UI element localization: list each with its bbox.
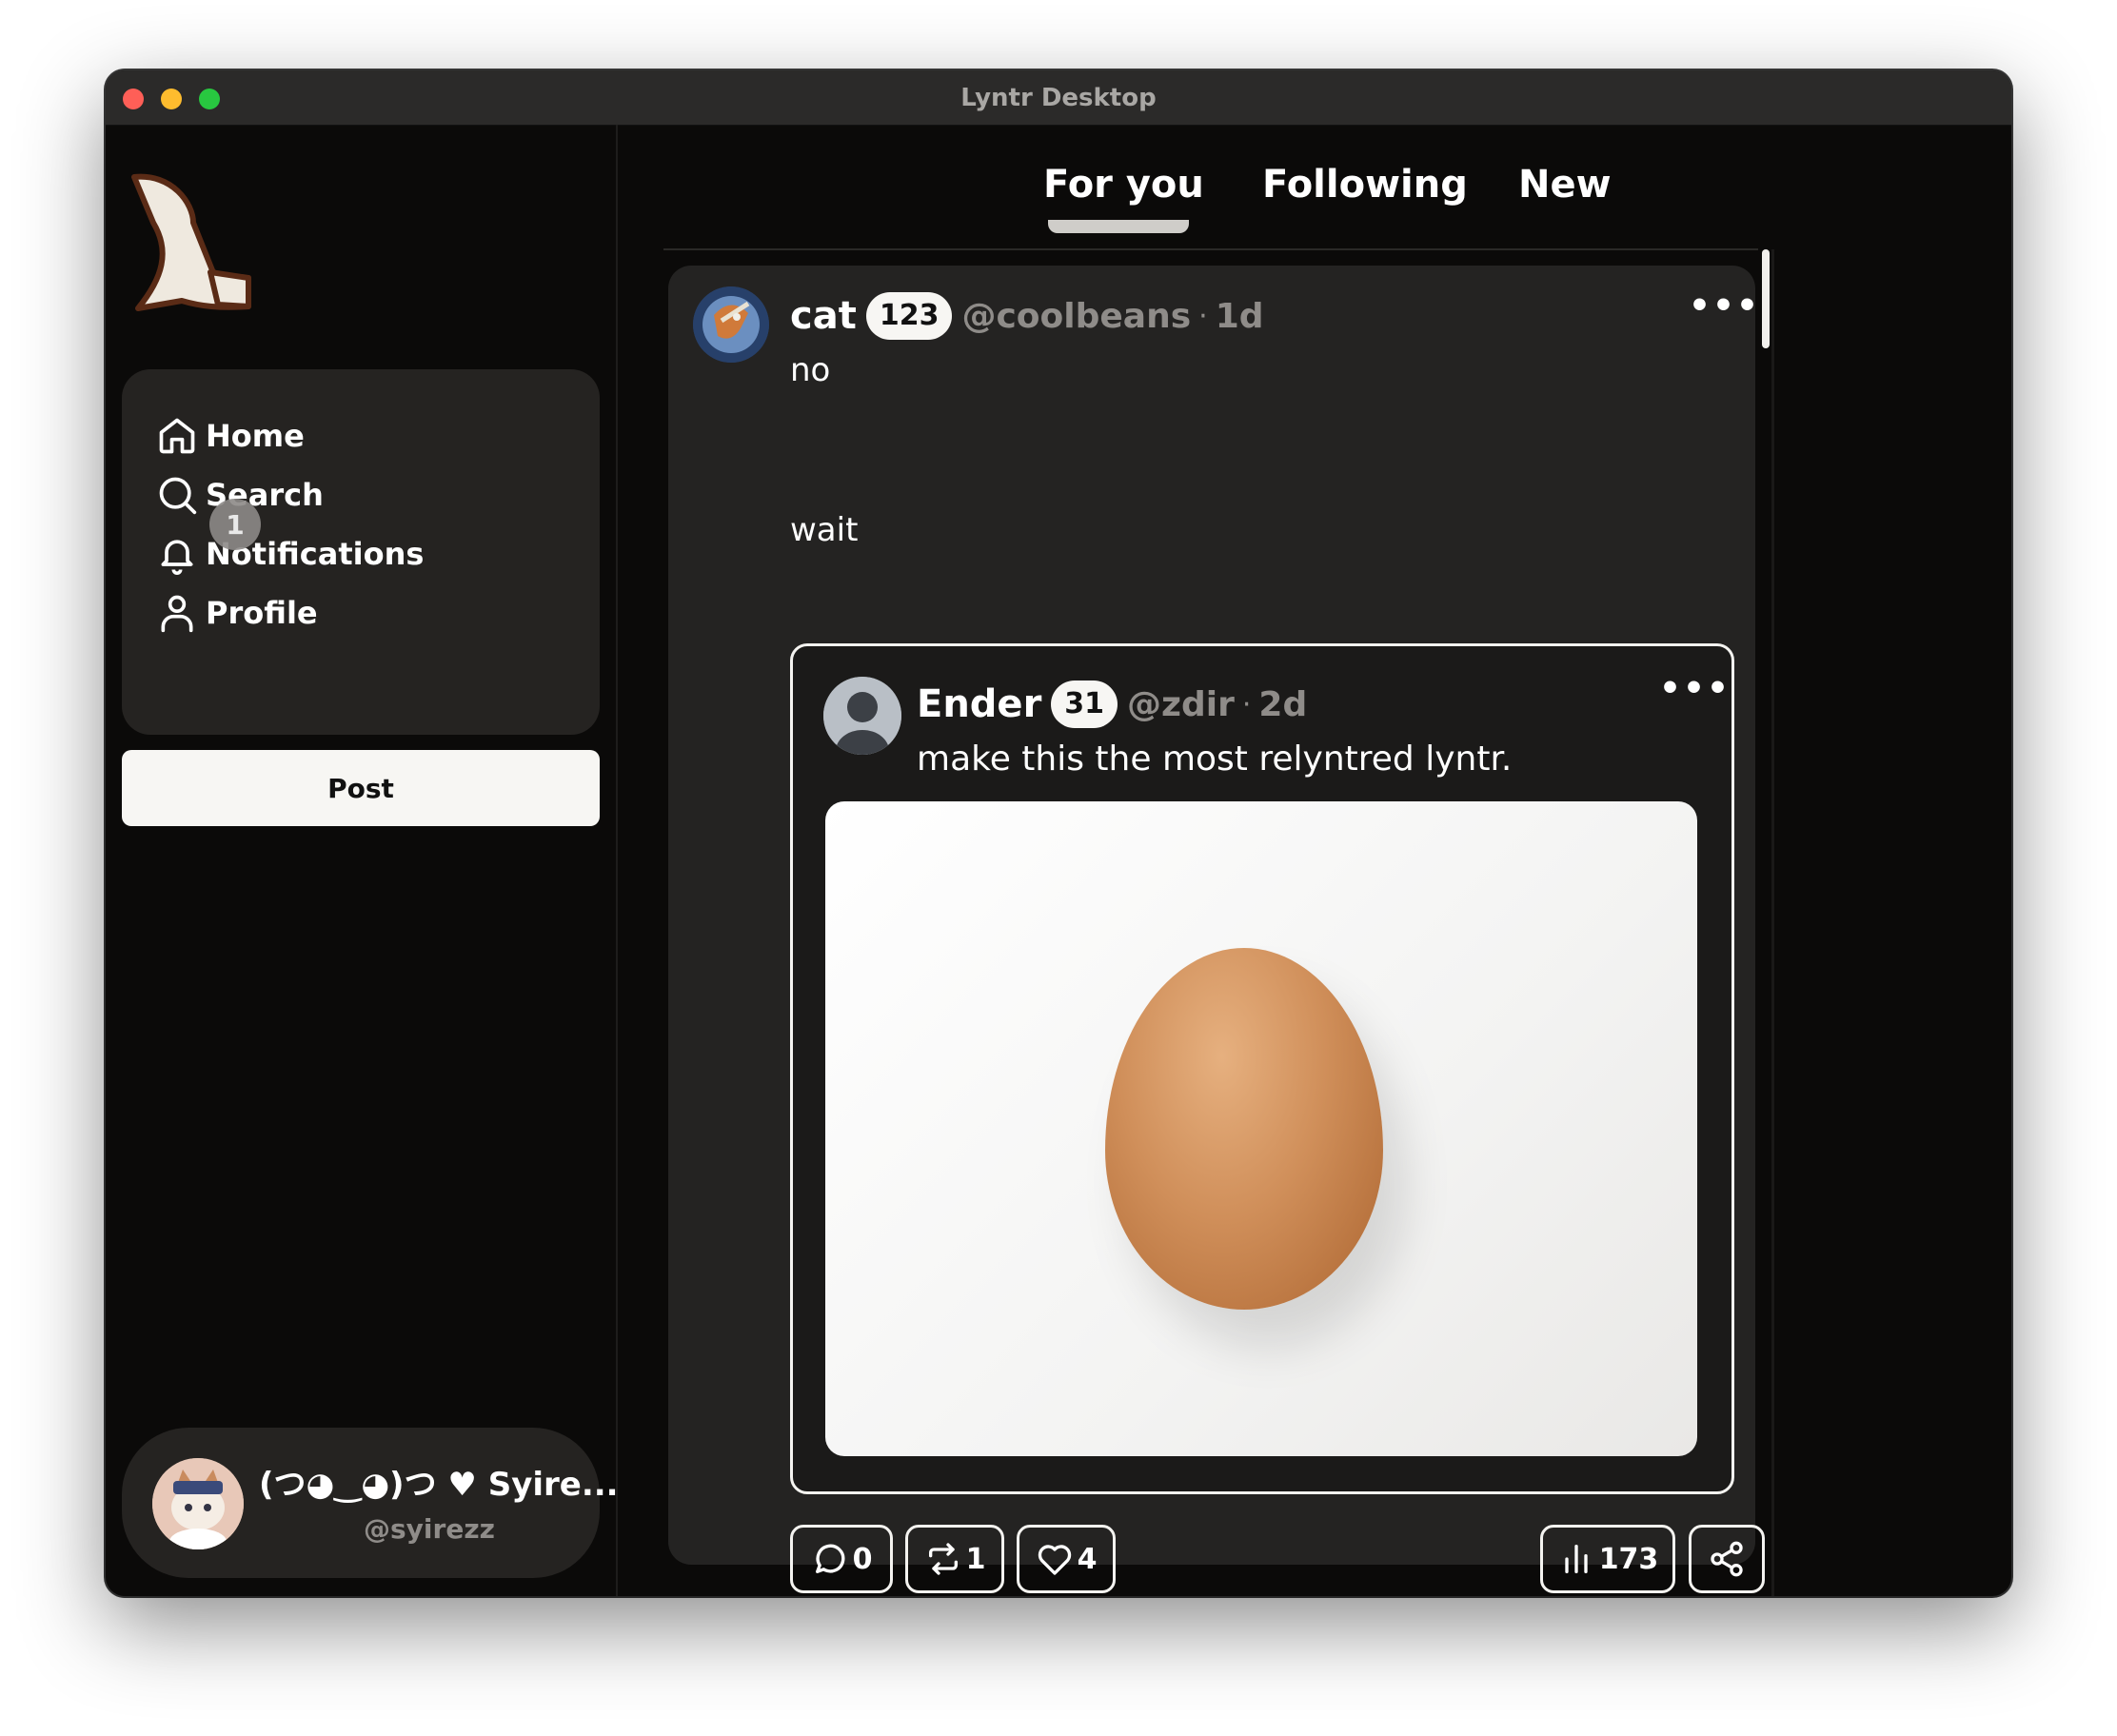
active-tab-indicator xyxy=(1048,220,1189,233)
post-text-line: no xyxy=(790,351,831,389)
comment-icon xyxy=(815,1544,844,1573)
account-switcher[interactable]: (つ◕‿◕)つ ♥ Syire... @syirezz xyxy=(122,1428,619,1578)
account-name: (つ◕‿◕)つ ♥ Syire... xyxy=(259,1466,619,1504)
home-icon xyxy=(159,418,195,454)
lyntr-logo[interactable] xyxy=(125,166,277,322)
post-actions: 0 1 4 173 xyxy=(790,1525,1765,1596)
scrollbar-thumb[interactable] xyxy=(1762,249,1770,348)
tab-new[interactable]: New xyxy=(1518,163,1612,207)
quote-text: make this the most relyntred lyntr. xyxy=(917,740,1513,779)
egg-photo xyxy=(1105,948,1383,1310)
quote-author-handle[interactable]: @zdir xyxy=(1127,685,1235,724)
author-level-badge: 123 xyxy=(865,292,953,340)
quote-author-row: Ender 31 @zdir · 2d xyxy=(917,681,1307,728)
post-text-line: wait xyxy=(790,511,859,549)
bird-avatar-icon xyxy=(693,286,769,363)
share-button[interactable] xyxy=(1689,1525,1765,1593)
tab-for-you[interactable]: For you xyxy=(1043,163,1204,207)
quoted-post[interactable]: Ender 31 @zdir · 2d ••• make this the mo… xyxy=(790,643,1734,1494)
tab-following[interactable]: Following xyxy=(1262,163,1468,207)
quote-timestamp: 2d xyxy=(1258,684,1308,724)
post-button[interactable]: Post xyxy=(122,750,600,826)
views-button[interactable]: 173 xyxy=(1540,1525,1675,1593)
relyntr-button[interactable]: 1 xyxy=(905,1525,1004,1593)
sidebar-item-home[interactable]: Home xyxy=(156,407,305,464)
lyntr-logo-icon xyxy=(131,173,251,311)
share-icon xyxy=(1711,1541,1743,1577)
default-avatar-icon xyxy=(823,677,901,755)
avatar xyxy=(152,1458,244,1549)
app-window: Lyntr Desktop Home Search 1 Notification xyxy=(106,70,2011,1596)
repost-icon xyxy=(928,1543,958,1575)
sidebar-divider xyxy=(616,125,618,1596)
avatar[interactable] xyxy=(823,677,901,755)
sidebar-item-profile[interactable]: Profile xyxy=(156,584,318,641)
post-timestamp: 1d xyxy=(1215,296,1264,336)
view-count: 173 xyxy=(1598,1542,1659,1576)
title-bar: Lyntr Desktop xyxy=(106,70,2011,126)
bar-chart-icon xyxy=(1565,1545,1588,1573)
sidebar-item-label: Home xyxy=(206,418,305,454)
post-more-options-button[interactable]: ••• xyxy=(1689,286,1760,326)
comment-button[interactable]: 0 xyxy=(790,1525,893,1593)
window-title: Lyntr Desktop xyxy=(960,84,1157,112)
feed-tabs: For you Following New xyxy=(663,125,1758,250)
post-author-name[interactable]: cat xyxy=(790,294,857,338)
sidebar-item-notifications[interactable]: 1 Notifications xyxy=(156,499,424,582)
notification-count-badge: 1 xyxy=(209,499,261,550)
post-author-row: cat 123 @coolbeans · 1d xyxy=(790,292,1264,340)
relyntr-count: 1 xyxy=(965,1542,986,1576)
comment-count: 0 xyxy=(852,1542,873,1576)
quote-more-options-button[interactable]: ••• xyxy=(1659,669,1731,708)
scroll-track xyxy=(1771,249,1774,1596)
search-icon xyxy=(159,477,197,515)
heart-icon xyxy=(1038,1545,1071,1575)
sidebar-nav: Home Search 1 Notifications Profile xyxy=(122,369,600,735)
like-button[interactable]: 4 xyxy=(1017,1525,1116,1593)
cat-avatar-icon xyxy=(152,1458,244,1549)
post-image[interactable] xyxy=(825,801,1697,1456)
author-level-badge: 31 xyxy=(1051,681,1118,728)
account-handle: @syirezz xyxy=(364,1513,495,1545)
avatar[interactable] xyxy=(693,286,769,363)
sidebar-item-label: Profile xyxy=(206,595,318,631)
post-author-handle[interactable]: @coolbeans xyxy=(961,297,1191,336)
user-icon xyxy=(161,595,193,633)
separator-dot: · xyxy=(1241,687,1252,721)
bell-icon xyxy=(161,540,193,575)
post-card[interactable]: cat 123 @coolbeans · 1d ••• no wait Ende… xyxy=(668,266,1765,1593)
quote-author-name[interactable]: Ender xyxy=(917,682,1041,726)
separator-dot: · xyxy=(1198,299,1208,333)
like-count: 4 xyxy=(1077,1542,1098,1576)
